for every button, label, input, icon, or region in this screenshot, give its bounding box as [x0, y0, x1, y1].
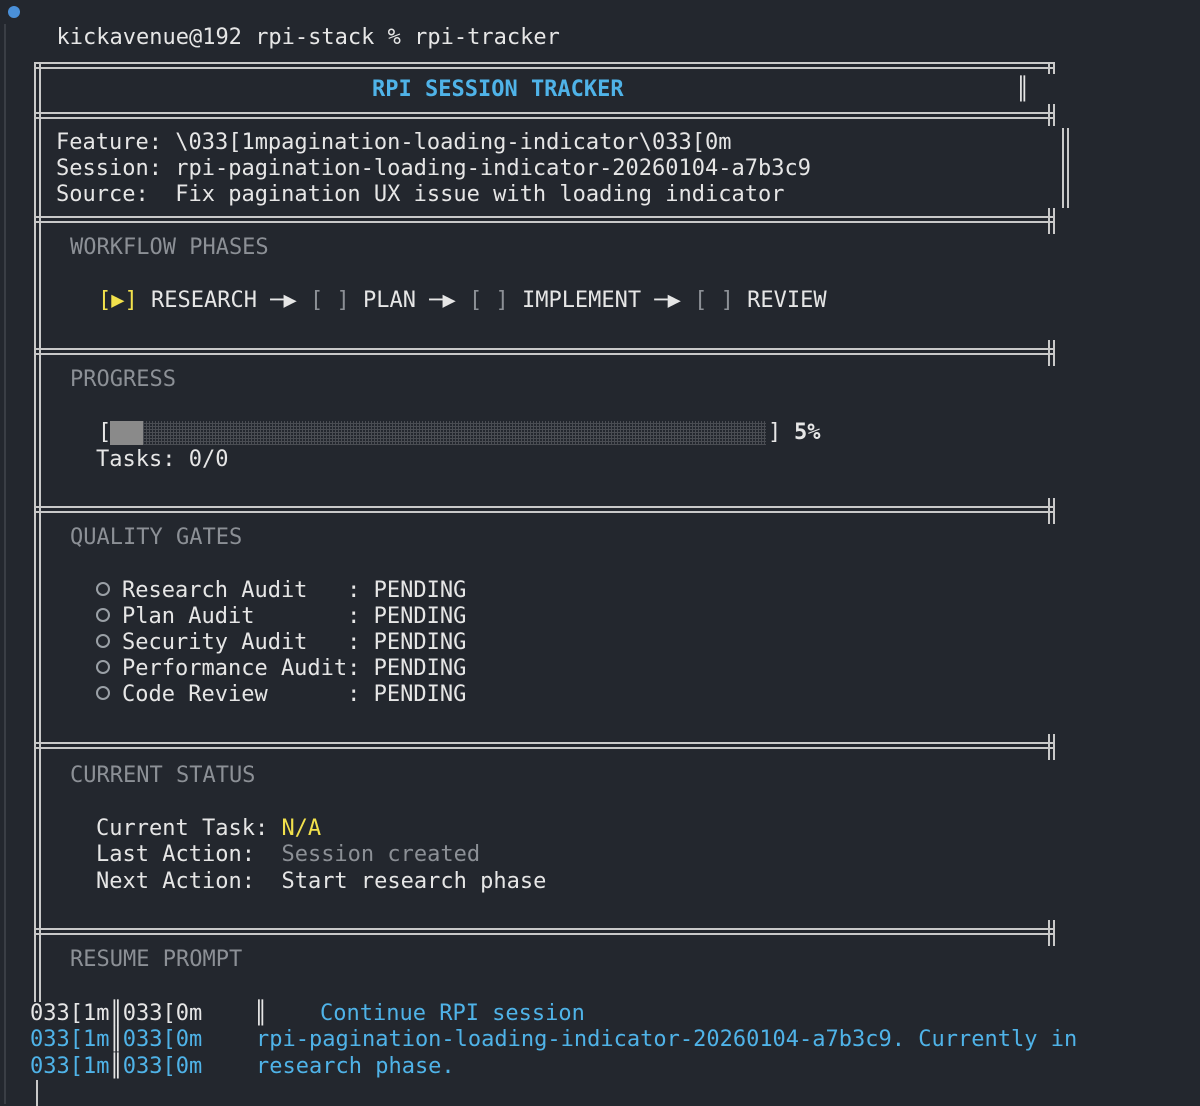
progress-bar-track: [110, 421, 766, 445]
quality-gate-row: Research Audit : PENDING: [96, 578, 466, 604]
status-heading: CURRENT STATUS: [70, 763, 256, 788]
quality-heading: QUALITY GATES: [70, 525, 243, 550]
pending-circle-icon: [96, 634, 110, 648]
header-bottom-right-tick: [1048, 104, 1055, 126]
phase-plan-name: PLAN: [362, 288, 416, 313]
workflow-phases-row: [▶] RESEARCH ─▶ [ ] PLAN ─▶ [ ] IMPLEMEN…: [98, 288, 827, 314]
phase-arrow-1: ─▶: [270, 288, 297, 313]
terminal-gutter: [4, 24, 6, 1104]
workflow-heading: WORKFLOW PHASES: [70, 235, 269, 260]
quality-gate-row: Plan Audit : PENDING: [96, 604, 466, 630]
info-bottom-border: [34, 216, 1054, 223]
session-label: Session:: [56, 156, 162, 181]
current-task-label: Current Task:: [96, 816, 269, 841]
quality-gate-name: Security Audit: [122, 630, 348, 655]
quality-gate-status: PENDING: [373, 682, 467, 707]
phase-arrow-2: ─▶: [429, 288, 456, 313]
resume-escape-line-3: 033[1m║033[0m: [30, 1054, 203, 1079]
quality-gate-separator: :: [347, 682, 374, 707]
last-action-value: Session created: [281, 842, 481, 867]
resume-heading: RESUME PROMPT: [70, 947, 243, 972]
phase-arrow-3: ─▶: [654, 288, 681, 313]
status-bottom-border: [34, 928, 1054, 935]
pending-circle-icon: [96, 660, 110, 674]
resume-text-line-1: Continue RPI session: [320, 1001, 585, 1026]
header-right-bars: ║: [1016, 77, 1030, 102]
prompt-status-dot: [8, 6, 20, 18]
quality-gate-name: Code Review: [122, 682, 348, 707]
phase-implement-name: IMPLEMENT: [521, 288, 642, 313]
quality-gate-row: Code Review : PENDING: [96, 682, 466, 708]
quality-gate-status: PENDING: [373, 630, 467, 655]
feature-value: \033[1mpagination-loading-indicator\033[…: [175, 130, 732, 155]
quality-gate-status: PENDING: [373, 656, 467, 681]
session-value: rpi-pagination-loading-indicator-2026010…: [175, 156, 811, 181]
header-top-border: [34, 62, 1054, 69]
prompt-line: kickavenue@192 rpi-stack % rpi-tracker: [30, 0, 560, 51]
next-action-label: Next Action:: [96, 869, 255, 894]
phase-research-name: RESEARCH: [151, 288, 257, 313]
feature-label: Feature:: [56, 130, 162, 155]
prompt-symbol: %: [387, 25, 401, 50]
current-task-value: N/A: [281, 816, 322, 841]
progress-heading: PROGRESS: [70, 367, 176, 392]
source-value: Fix pagination UX issue with loading ind…: [175, 182, 785, 207]
pending-circle-icon: [96, 582, 110, 596]
phase-implement-marker: [ ]: [468, 288, 509, 313]
status-last-line: Last Action: Session created: [96, 842, 480, 868]
status-task-line: Current Task: N/A: [96, 816, 321, 842]
prompt-cwd: rpi-stack: [255, 25, 375, 50]
quality-gate-name: Performance Audit: [122, 656, 348, 681]
quality-gate-name: Plan Audit: [122, 604, 348, 629]
info-source-line: Source: Fix pagination UX issue with loa…: [56, 182, 785, 208]
header-bottom-border: [34, 112, 1054, 119]
source-label: Source:: [56, 182, 149, 207]
header-right-border: [1048, 62, 1055, 74]
quality-gate-separator: :: [347, 578, 374, 603]
phase-review-marker: [ ]: [694, 288, 734, 313]
quality-gate-status: PENDING: [373, 604, 467, 629]
resume-text-line-3: research phase.: [256, 1054, 455, 1079]
quality-gate-row: Security Audit : PENDING: [96, 630, 466, 656]
quality-gate-name: Research Audit: [122, 578, 348, 603]
quality-bottom-right-tick: [1048, 734, 1055, 760]
status-bottom-right-tick: [1048, 920, 1055, 946]
progress-percent: 5%: [794, 420, 821, 445]
phase-review-name: REVIEW: [747, 288, 827, 313]
phase-research-marker: [▶]: [98, 288, 138, 313]
progress-bottom-right-tick: [1048, 498, 1055, 524]
progress-bar-fill: [110, 421, 143, 445]
prompt-user-host: kickavenue@192: [56, 25, 242, 50]
workflow-bottom-border: [34, 348, 1054, 355]
quality-gate-separator: :: [347, 656, 374, 681]
phase-plan-marker: [ ]: [309, 288, 350, 313]
last-action-label: Last Action:: [96, 842, 255, 867]
quality-gate-separator: :: [347, 604, 374, 629]
resume-bar: ║: [254, 1001, 268, 1026]
resume-escape-line-1: 033[1m║033[0m: [30, 1001, 203, 1026]
box-left-border-lower: [34, 942, 41, 1002]
quality-bottom-border: [34, 742, 1054, 749]
progress-tasks: Tasks: 0/0: [96, 447, 229, 472]
quality-gate-row: Performance Audit: PENDING: [96, 656, 466, 682]
info-feature-line: Feature: \033[1mpagination-loading-indic…: [56, 130, 732, 156]
box-left-border: [34, 62, 41, 942]
resume-escape-line-2: 033[1m║033[0m: [30, 1027, 203, 1052]
next-action-value: Start research phase: [281, 869, 547, 894]
quality-gate-separator: :: [347, 630, 374, 655]
prompt-command: rpi-tracker: [414, 25, 560, 50]
workflow-bottom-right-tick: [1048, 340, 1055, 366]
info-right-border: [1062, 128, 1069, 208]
progress-bottom-border: [34, 506, 1054, 513]
box-left-border-tail: [36, 1080, 38, 1106]
quality-gate-status: PENDING: [373, 578, 467, 603]
resume-text-line-2: rpi-pagination-loading-indicator-2026010…: [256, 1027, 1078, 1052]
header-title: RPI SESSION TRACKER: [372, 77, 624, 102]
pending-circle-icon: [96, 686, 110, 700]
info-session-line: Session: rpi-pagination-loading-indicato…: [56, 156, 811, 182]
status-next-line: Next Action: Start research phase: [96, 869, 546, 895]
progress-close-bracket: ]: [768, 420, 782, 445]
pending-circle-icon: [96, 608, 110, 622]
info-bottom-right-tick: [1048, 208, 1055, 234]
